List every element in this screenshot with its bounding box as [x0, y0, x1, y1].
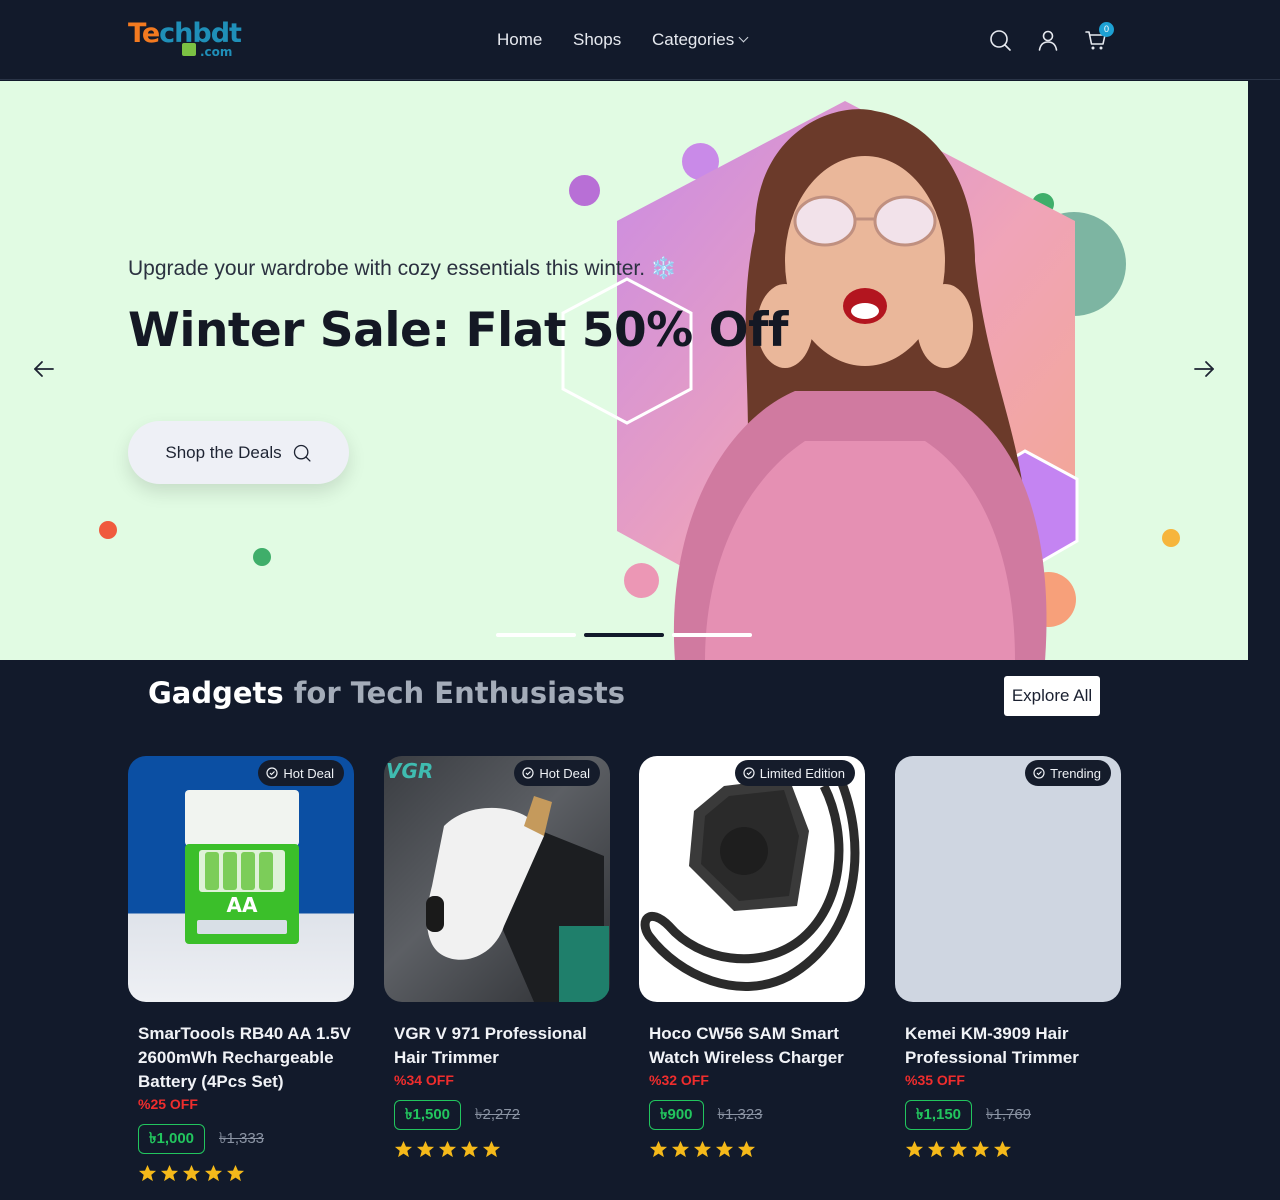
nav-categories[interactable]: Categories [652, 30, 749, 50]
next-slide-arrow-icon[interactable] [1192, 358, 1216, 380]
logo[interactable]: Techbdt .com [128, 18, 242, 62]
badge-icon [522, 767, 535, 779]
trimmer-image: VGR [386, 759, 609, 1002]
hero-model-image [561, 101, 1079, 660]
hero-title: Winter Sale: Flat 50% Off [128, 303, 788, 358]
shop-deals-label: Shop the Deals [165, 442, 282, 462]
logo-suffix: .com [200, 45, 233, 59]
product-image[interactable]: Limited Edition [639, 756, 865, 1002]
user-icon[interactable] [1036, 28, 1060, 52]
product-price: ৳1,150 [905, 1100, 973, 1130]
product-rating [138, 1164, 344, 1183]
product-old-price: ৳1,323 [717, 1105, 763, 1123]
product-badge-label: Hot Deal [283, 765, 334, 781]
star-icon [226, 1164, 245, 1182]
site-header: Techbdt .com Home Shops Categories 0 [0, 0, 1280, 80]
nav-categories-label: Categories [652, 30, 735, 49]
star-icon [204, 1164, 223, 1182]
star-icon [693, 1140, 712, 1158]
product-card[interactable]: Limited Edition Hoco CW56 SAM Smart Watc… [639, 756, 865, 1159]
svg-text:VGR: VGR [386, 759, 433, 783]
nav-shops[interactable]: Shops [573, 30, 621, 50]
shopping-bag-icon [182, 43, 196, 56]
product-image[interactable]: VGR Hot Deal [384, 756, 610, 1002]
star-icon [927, 1140, 946, 1158]
product-card[interactable]: Trending Kemei KM-3909 Hair Professional… [895, 756, 1121, 1159]
search-icon [293, 444, 311, 462]
slide-indicator-active[interactable] [584, 633, 664, 637]
product-card[interactable]: AA Hot Deal SmarToools RB40 AA 1.5V 2600… [128, 756, 354, 1183]
star-icon [460, 1140, 479, 1158]
product-badge-label: Limited Edition [759, 765, 845, 781]
slide-indicators [496, 633, 756, 637]
product-rating [394, 1140, 600, 1159]
nav-home[interactable]: Home [497, 30, 542, 50]
product-rating [649, 1140, 855, 1159]
svg-text:AA: AA [227, 893, 258, 917]
product-badge: Limited Edition [734, 760, 855, 786]
product-price: ৳1,000 [138, 1124, 206, 1154]
decor-dot [253, 548, 271, 566]
product-name[interactable]: VGR V 971 Professional Hair Trimmer [394, 1022, 610, 1070]
product-discount: %25 OFF [138, 1096, 198, 1112]
product-name[interactable]: Hoco CW56 SAM Smart Watch Wireless Charg… [649, 1022, 865, 1070]
product-name[interactable]: Kemei KM-3909 Hair Professional Trimmer [905, 1022, 1121, 1070]
search-icon[interactable] [988, 28, 1012, 52]
shop-deals-button[interactable]: Shop the Deals [128, 421, 349, 484]
star-icon [649, 1140, 668, 1158]
star-icon [138, 1164, 157, 1182]
slide-indicator[interactable] [496, 633, 576, 637]
star-icon [160, 1164, 179, 1182]
star-icon [905, 1140, 924, 1158]
product-name[interactable]: SmarToools RB40 AA 1.5V 2600mWh Recharge… [138, 1022, 354, 1094]
section-title-bold: Gadgets [148, 676, 284, 710]
badge-icon [1033, 767, 1045, 779]
section-title-rest: for Tech Enthusiasts [283, 676, 626, 710]
product-image-placeholder[interactable]: Trending [895, 756, 1121, 1002]
star-icon [671, 1140, 690, 1158]
decor-dot [1162, 529, 1180, 547]
section-title: Gadgets for Tech Enthusiasts [148, 676, 625, 710]
hero-banner: Upgrade your wardrobe with cozy essentia… [0, 81, 1248, 660]
star-icon [949, 1140, 968, 1158]
star-icon [182, 1164, 201, 1182]
product-badge: Trending [1025, 760, 1111, 786]
badge-icon [743, 767, 755, 779]
star-icon [715, 1140, 734, 1158]
product-price: ৳900 [649, 1100, 704, 1130]
product-badge: Hot Deal [514, 760, 600, 786]
star-icon [394, 1140, 413, 1158]
product-discount: %35 OFF [905, 1072, 965, 1088]
product-card[interactable]: VGR Hot Deal VGR V 971 Professional Hair… [384, 756, 610, 1159]
explore-all-button[interactable]: Explore All [1004, 676, 1100, 716]
wireless-charger-image [640, 774, 860, 991]
product-old-price: ৳2,272 [475, 1105, 521, 1123]
hero-subtitle: Upgrade your wardrobe with cozy essentia… [128, 257, 678, 280]
product-badge-label: Hot Deal [539, 765, 590, 781]
chevron-down-icon [738, 32, 749, 43]
product-badge-label: Trending [1050, 765, 1101, 781]
product-old-price: ৳1,333 [219, 1129, 265, 1147]
product-discount: %32 OFF [649, 1072, 709, 1088]
prev-slide-arrow-icon[interactable] [32, 358, 56, 380]
product-discount: %34 OFF [394, 1072, 454, 1088]
star-icon [438, 1140, 457, 1158]
star-icon [416, 1140, 435, 1158]
badge-icon [266, 767, 279, 779]
product-badge: Hot Deal [258, 760, 344, 786]
star-icon [482, 1140, 501, 1158]
product-old-price: ৳1,769 [986, 1105, 1032, 1123]
cart-count-badge: 0 [1099, 22, 1114, 37]
star-icon [737, 1140, 756, 1158]
battery-pack-image: AA [185, 790, 299, 944]
slide-indicator[interactable] [672, 633, 752, 637]
star-icon [993, 1140, 1012, 1158]
decor-dot [99, 521, 117, 539]
product-image[interactable]: AA Hot Deal [128, 756, 354, 1002]
product-rating [905, 1140, 1111, 1159]
product-price: ৳1,500 [394, 1100, 462, 1130]
star-icon [971, 1140, 990, 1158]
